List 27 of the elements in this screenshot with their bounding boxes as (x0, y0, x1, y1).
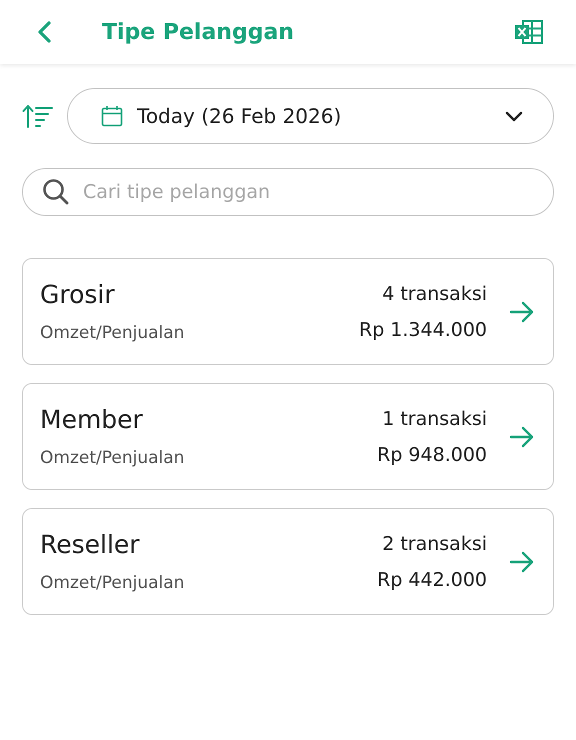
customer-type-card[interactable]: Member Omzet/Penjualan 1 transaksi Rp 948.000 (22, 383, 554, 490)
spreadsheet-icon[interactable] (514, 19, 544, 45)
customer-type-card[interactable]: Reseller Omzet/Penjualan 2 transaksi Rp 442.000 (22, 508, 554, 615)
revenue-label: Omzet/Penjualan (40, 323, 184, 343)
transaction-count: 2 transaksi (382, 532, 487, 554)
arrow-right-icon (509, 426, 535, 448)
page-title: Tipe Pelanggan (102, 20, 295, 44)
arrow-right-icon (509, 300, 535, 322)
revenue-amount: Rp 948.000 (377, 444, 487, 466)
calendar-icon (101, 105, 123, 127)
search-icon (42, 178, 70, 206)
sort-icon[interactable] (22, 103, 54, 129)
transaction-count: 4 transaksi (382, 282, 487, 304)
customer-type-name: Grosir (40, 280, 115, 309)
transaction-count: 1 transaksi (382, 408, 487, 430)
search-field[interactable]: Cari tipe pelanggan (22, 168, 554, 216)
revenue-amount: Rp 442.000 (377, 568, 487, 590)
revenue-label: Omzet/Penjualan (40, 448, 184, 468)
customer-type-card[interactable]: Grosir Omzet/Penjualan 4 transaksi Rp 1.344.000 (22, 258, 554, 365)
chevron-down-icon (505, 110, 523, 122)
arrow-right-icon (509, 550, 535, 572)
revenue-amount: Rp 1.344.000 (359, 318, 487, 340)
date-dropdown[interactable]: Today (26 Feb 2026) (67, 88, 554, 144)
customer-type-name: Reseller (40, 530, 140, 559)
customer-type-name: Member (40, 405, 143, 434)
revenue-label: Omzet/Penjualan (40, 573, 184, 593)
back-icon[interactable] (36, 20, 52, 44)
